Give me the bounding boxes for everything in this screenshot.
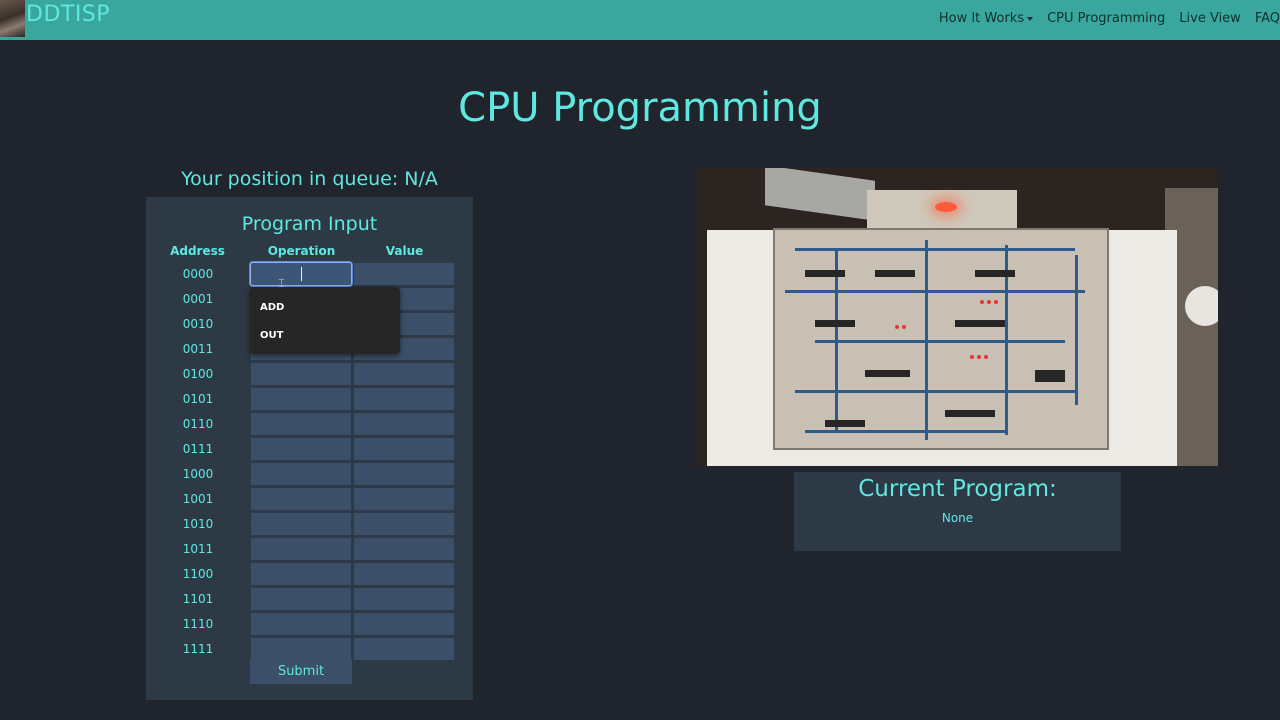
queue-position: Your position in queue: N/A <box>181 168 438 190</box>
operation-input[interactable] <box>250 612 352 636</box>
value-input[interactable] <box>353 487 455 511</box>
operation-input[interactable] <box>250 387 352 411</box>
operation-dropdown: ADD OUT <box>250 287 400 354</box>
value-input[interactable] <box>353 587 455 611</box>
program-input-title: Program Input <box>241 213 378 235</box>
value-input[interactable] <box>353 387 455 411</box>
address-label: 0100 <box>182 367 214 381</box>
current-program-panel: Current Program: None <box>794 472 1121 551</box>
address-label: 0101 <box>182 392 214 406</box>
operation-input[interactable] <box>250 637 352 661</box>
nav-live-view[interactable]: Live View <box>1179 11 1241 27</box>
address-label: 0110 <box>182 417 214 431</box>
nav-how-it-works-label: How It Works <box>938 11 1025 26</box>
address-label: 1101 <box>182 592 214 606</box>
operation-input[interactable] <box>250 587 352 611</box>
operation-input[interactable]: ⌶ <box>250 262 352 289</box>
value-input[interactable] <box>353 437 455 461</box>
live-view-video[interactable] <box>695 168 1218 466</box>
nav-faq[interactable]: FAQ <box>1255 11 1280 27</box>
address-column-header: Address <box>170 244 225 258</box>
value-input[interactable] <box>353 537 455 561</box>
address-label: 0010 <box>182 317 214 331</box>
operation-column-header: Operation <box>267 244 336 258</box>
nav-cpu-programming[interactable]: CPU Programming <box>1047 11 1165 27</box>
value-input[interactable] <box>353 462 455 486</box>
value-input[interactable] <box>353 262 455 286</box>
operation-input[interactable] <box>250 462 352 486</box>
value-input[interactable] <box>353 562 455 586</box>
address-label: 1001 <box>182 492 214 506</box>
current-program-value: None <box>941 511 974 525</box>
caret-down-icon <box>1027 16 1034 21</box>
option-add[interactable]: ADD <box>260 301 284 315</box>
current-program-title: Current Program: <box>858 476 1057 502</box>
value-input[interactable] <box>353 512 455 536</box>
nav-how-it-works[interactable]: How It Works <box>938 11 1034 27</box>
operation-input[interactable] <box>250 487 352 511</box>
operation-input[interactable] <box>250 562 352 586</box>
navbar: DDTISP How It Works CPU Programming Live… <box>0 0 1280 40</box>
brand-link[interactable]: DDTISP <box>26 1 110 29</box>
operation-input[interactable] <box>250 362 352 386</box>
submit-button[interactable]: Submit <box>250 659 352 684</box>
address-label: 1010 <box>182 517 214 531</box>
value-input[interactable] <box>353 362 455 386</box>
operation-input[interactable] <box>250 512 352 536</box>
option-out[interactable]: OUT <box>260 329 283 343</box>
operation-input[interactable] <box>250 412 352 436</box>
value-column-header: Value <box>385 244 424 258</box>
address-label: 1111 <box>182 642 214 656</box>
avatar[interactable] <box>0 0 25 37</box>
address-label: 0000 <box>182 267 214 281</box>
text-cursor-icon <box>301 267 302 281</box>
nav-links: How It Works CPU Programming Live View F… <box>925 11 1280 27</box>
address-label: 0001 <box>182 292 214 306</box>
address-label: 1000 <box>182 467 214 481</box>
page-title: CPU Programming <box>458 85 822 131</box>
value-input[interactable] <box>353 612 455 636</box>
program-input-panel: Program Input Address Operation Value 00… <box>146 197 473 700</box>
address-label: 1011 <box>182 542 214 556</box>
breadboard-image <box>773 228 1109 450</box>
address-label: 1110 <box>182 617 214 631</box>
operation-input[interactable] <box>250 437 352 461</box>
value-input[interactable] <box>353 412 455 436</box>
operation-input[interactable] <box>250 537 352 561</box>
address-label: 1100 <box>182 567 214 581</box>
address-label: 0111 <box>182 442 214 456</box>
value-input[interactable] <box>353 637 455 661</box>
address-label: 0011 <box>182 342 214 356</box>
